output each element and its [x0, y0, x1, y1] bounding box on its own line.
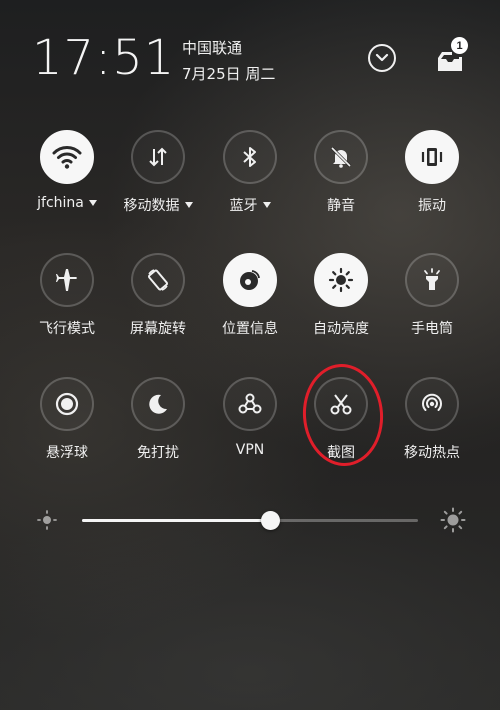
- toggle-screen-rotation-circle[interactable]: [131, 253, 185, 307]
- toggle-airplane[interactable]: 飞行模式: [21, 253, 113, 353]
- dropdown-caret-icon[interactable]: [88, 200, 97, 206]
- toggle-wifi-circle[interactable]: [40, 130, 94, 184]
- brightness-slider[interactable]: [82, 511, 418, 530]
- airplane-icon: [56, 269, 77, 291]
- toggle-hotspot[interactable]: 移动热点: [386, 377, 478, 477]
- carrier-name: 中国联通: [182, 39, 243, 57]
- moon-icon: [149, 394, 167, 414]
- toggle-vpn-label: VPN: [235, 442, 265, 458]
- toggle-vibrate[interactable]: 振动: [386, 130, 478, 230]
- toggle-mute-circle[interactable]: [314, 130, 368, 184]
- notification-badge: 1: [451, 37, 468, 54]
- dropdown-caret-icon[interactable]: [262, 202, 271, 208]
- toggle-mute[interactable]: 静音: [295, 130, 387, 230]
- mobile-data-label-text: 移动数据: [123, 198, 180, 214]
- toggle-airplane-circle[interactable]: [40, 253, 94, 307]
- toggle-mobile-data-circle[interactable]: [131, 130, 185, 184]
- toggle-bluetooth-label: 蓝牙: [230, 195, 271, 215]
- toggle-auto-brightness[interactable]: 自动亮度: [295, 253, 387, 353]
- brightness-low-icon: [37, 510, 57, 530]
- toggle-floating-ball-circle[interactable]: [40, 377, 94, 431]
- brightness-slider-fill: [82, 519, 271, 522]
- toggle-vibrate-circle[interactable]: [405, 130, 459, 184]
- toggle-screen-rotation[interactable]: 屏幕旋转: [112, 253, 204, 353]
- brightness-slider-thumb[interactable]: [261, 511, 281, 530]
- dropdown-caret-icon[interactable]: [184, 202, 193, 208]
- vibrate-icon: [421, 148, 443, 166]
- toggle-screen-rotation-label: 屏幕旋转: [130, 321, 186, 337]
- toggle-flashlight-circle[interactable]: [405, 253, 459, 307]
- toggle-floating-ball-label: 悬浮球: [46, 445, 88, 461]
- toggle-bluetooth[interactable]: 蓝牙: [204, 130, 296, 230]
- toggle-do-not-disturb-label: 免打扰: [137, 445, 179, 461]
- toggle-vpn[interactable]: VPN: [204, 377, 296, 477]
- toggle-do-not-disturb[interactable]: 免打扰: [112, 377, 204, 477]
- brightness-high-icon: [440, 507, 466, 533]
- toggle-vpn-circle[interactable]: [223, 377, 277, 431]
- wifi-icon: [52, 146, 82, 169]
- toggle-wifi[interactable]: jfchina: [21, 130, 113, 230]
- mute-bell-icon: [330, 146, 352, 168]
- mobile-data-icon: [149, 147, 167, 167]
- toggle-mobile-data[interactable]: 移动数据: [112, 130, 204, 230]
- auto-brightness-icon: [328, 267, 354, 293]
- location-icon: [240, 270, 260, 290]
- hotspot-icon: [422, 393, 442, 411]
- vpn-icon: [238, 393, 262, 414]
- toggle-auto-brightness-label: 自动亮度: [313, 321, 369, 337]
- toggle-mobile-data-label: 移动数据: [124, 195, 193, 215]
- flashlight-icon: [424, 268, 440, 290]
- rotate-screen-icon: [147, 269, 169, 291]
- toggle-vibrate-label: 振动: [418, 198, 446, 214]
- toggle-flashlight-label: 手电筒: [411, 321, 453, 337]
- toggle-wifi-label: jfchina: [37, 195, 97, 211]
- bluetooth-label-text: 蓝牙: [229, 198, 258, 214]
- floating-ball-icon: [55, 392, 79, 416]
- toggle-mute-label: 静音: [327, 198, 355, 214]
- date-text: 7月25日 周二: [182, 65, 276, 83]
- toggle-hotspot-circle[interactable]: [405, 377, 459, 431]
- toggle-auto-brightness-circle[interactable]: [314, 253, 368, 307]
- toggle-location-circle[interactable]: [223, 253, 277, 307]
- collapse-panel-button[interactable]: [368, 44, 396, 72]
- toggle-flashlight[interactable]: 手电筒: [386, 253, 478, 353]
- toggle-location-label: 位置信息: [222, 321, 278, 337]
- toggle-hotspot-label: 移动热点: [404, 445, 460, 461]
- toggle-airplane-label: 飞行模式: [39, 321, 95, 337]
- wifi-network-name: jfchina: [37, 195, 84, 211]
- toggle-floating-ball[interactable]: 悬浮球: [21, 377, 113, 477]
- bluetooth-icon: [243, 147, 256, 167]
- toggle-location[interactable]: 位置信息: [204, 253, 296, 353]
- clock-time: 17:51: [32, 30, 176, 86]
- chevron-down-icon: [375, 53, 389, 62]
- toggle-do-not-disturb-circle[interactable]: [131, 377, 185, 431]
- toggle-bluetooth-circle[interactable]: [223, 130, 277, 184]
